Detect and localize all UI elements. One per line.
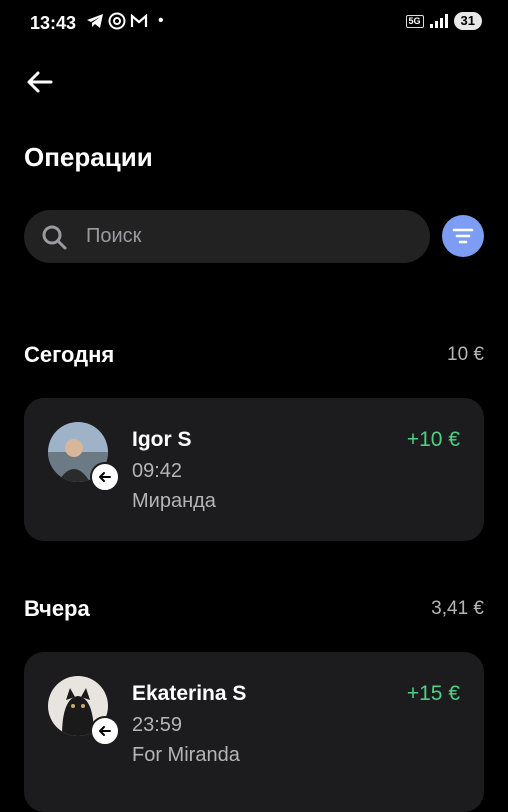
avatar-wrap bbox=[48, 676, 120, 746]
search-input[interactable] bbox=[84, 224, 388, 249]
section-header-yesterday: Вчера 3,41 € bbox=[24, 596, 484, 622]
status-bar: 13:43 • 5G 31 bbox=[0, 0, 508, 46]
section-label: Сегодня bbox=[24, 342, 115, 367]
search-bar[interactable] bbox=[24, 210, 430, 263]
transaction-card[interactable]: Ekaterina S 23:59 For Miranda +15 € bbox=[24, 652, 484, 812]
section-total: 10 € bbox=[447, 344, 484, 365]
transaction-amount: +10 € bbox=[406, 428, 460, 451]
search-icon bbox=[42, 225, 67, 249]
filter-button[interactable] bbox=[442, 215, 484, 257]
page-title: Операции bbox=[24, 142, 153, 172]
transaction-time: 23:59 bbox=[132, 714, 183, 736]
incoming-transfer-icon bbox=[99, 472, 111, 482]
incoming-transfer-icon bbox=[99, 726, 111, 736]
transaction-time: 09:42 bbox=[132, 460, 183, 482]
incoming-transfer-badge bbox=[90, 716, 120, 746]
system-indicators: 5G 31 bbox=[405, 12, 482, 30]
battery-indicator: 31 bbox=[453, 12, 482, 30]
filter-icon bbox=[452, 228, 474, 244]
telegram-icon bbox=[87, 14, 103, 28]
transaction-note: Миранда bbox=[132, 490, 216, 512]
transaction-name: Igor S bbox=[132, 428, 192, 451]
transaction-name: Ekaterina S bbox=[132, 682, 247, 705]
section-total: 3,41 € bbox=[431, 598, 484, 619]
status-time: 13:43 bbox=[30, 13, 77, 33]
transaction-amount: +15 € bbox=[406, 682, 460, 705]
at-icon bbox=[108, 12, 126, 30]
section-label: Вчера bbox=[24, 596, 90, 621]
transaction-card[interactable]: Igor S 09:42 Миранда +10 € bbox=[24, 398, 484, 541]
status-dot: • bbox=[158, 12, 164, 29]
transaction-note: For Miranda bbox=[132, 744, 240, 766]
incoming-transfer-badge bbox=[90, 462, 120, 492]
avatar-wrap bbox=[48, 422, 120, 492]
notification-icons: • bbox=[86, 12, 164, 30]
signal-icon bbox=[429, 14, 448, 28]
section-header-today: Сегодня 10 € bbox=[24, 342, 484, 368]
network-type: 5G bbox=[405, 14, 424, 28]
gmail-icon bbox=[130, 14, 148, 27]
back-arrow-icon[interactable] bbox=[24, 66, 56, 98]
